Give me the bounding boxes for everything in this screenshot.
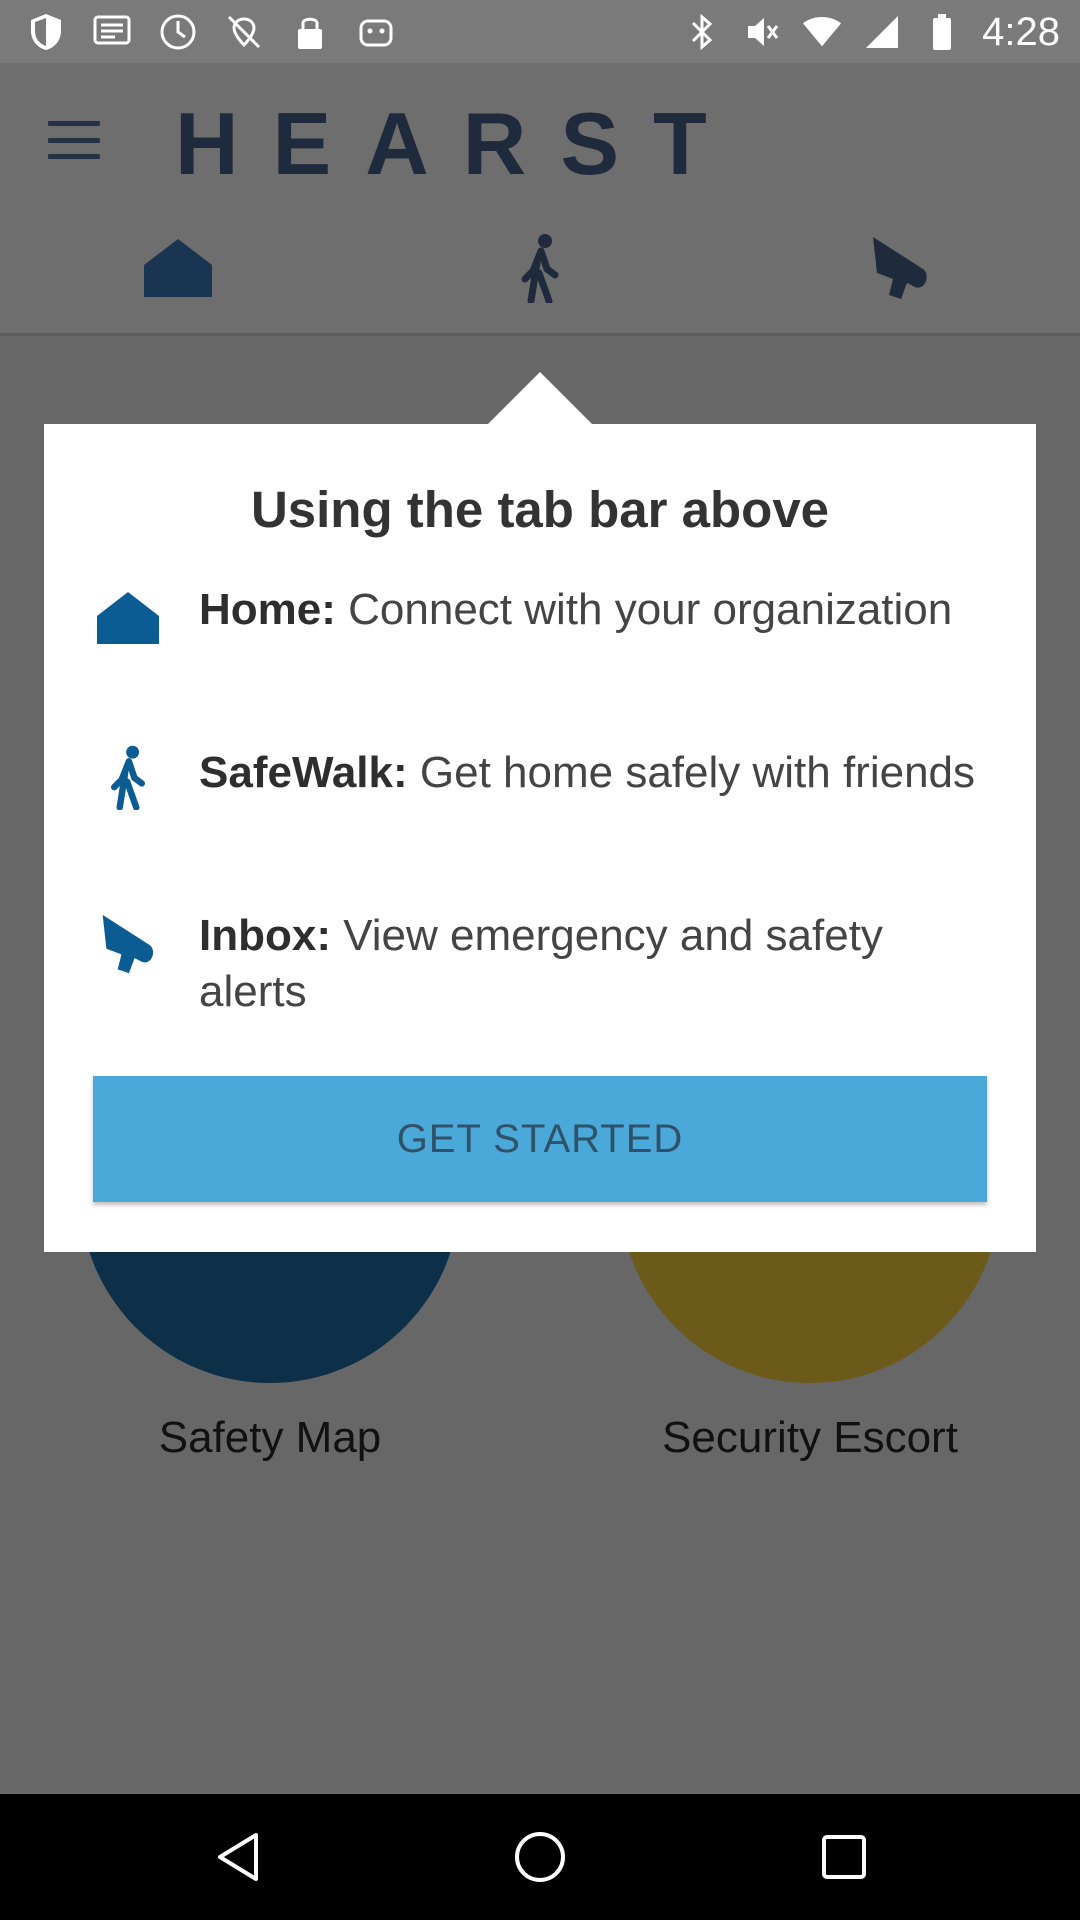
dialog-title: Using the tab bar above: [250, 481, 830, 538]
battery-icon: [922, 12, 962, 52]
security-escort-label[interactable]: Security Escort: [560, 1413, 1060, 1463]
megaphone-icon: [92, 908, 164, 980]
inbox-description: Inbox: View emergency and safety alerts: [199, 908, 989, 1020]
do-not-disturb-icon: [158, 12, 198, 52]
walker-icon: [521, 234, 559, 303]
walker-icon: [92, 741, 164, 813]
system-nav-bar: [0, 1794, 1080, 1920]
bluetooth-icon: [682, 12, 722, 52]
safewalk-label: SafeWalk:: [199, 748, 408, 797]
home-label: Home:: [199, 585, 336, 634]
megaphone-icon: [873, 237, 927, 299]
status-time: 4:28: [982, 10, 1060, 54]
tab-safewalk[interactable]: [500, 228, 580, 308]
wifi-icon: [802, 12, 842, 52]
home-description: Home: Connect with your organization: [199, 582, 989, 638]
onboarding-dialog: Using the tab bar above Home: Connect wi…: [44, 424, 1036, 1252]
get-started-button[interactable]: GET STARTED: [93, 1076, 987, 1202]
hamburger-menu-icon[interactable]: [46, 115, 102, 165]
safewalk-text: Get home safely with friends: [407, 748, 976, 797]
status-bar: 4:28: [0, 0, 1080, 63]
home-text: Connect with your organization: [335, 585, 953, 634]
recents-icon[interactable]: [814, 1827, 874, 1887]
safewalk-description: SafeWalk: Get home safely with friends: [199, 745, 989, 801]
shield-icon: [26, 12, 66, 52]
home-icon: [144, 239, 212, 297]
inbox-label: Inbox:: [199, 911, 331, 960]
message-icon: [92, 12, 132, 52]
hearst-logo: HEARST: [175, 94, 741, 193]
lock-icon: [290, 12, 330, 52]
safety-map-label[interactable]: Safety Map: [20, 1413, 520, 1463]
status-right-icons: 4:28: [682, 10, 1060, 54]
back-icon[interactable]: [208, 1827, 268, 1887]
app-header: HEARST: [0, 63, 1080, 336]
popover-pointer: [488, 372, 592, 424]
mute-icon: [742, 12, 782, 52]
tab-inbox[interactable]: [860, 228, 940, 308]
no-location-icon: [224, 12, 264, 52]
home-circle-icon[interactable]: [510, 1827, 570, 1887]
signal-icon: [862, 12, 902, 52]
app-icon: [356, 12, 396, 52]
home-icon: [92, 582, 164, 654]
tab-home[interactable]: [138, 228, 218, 308]
status-left-icons: [26, 12, 396, 52]
